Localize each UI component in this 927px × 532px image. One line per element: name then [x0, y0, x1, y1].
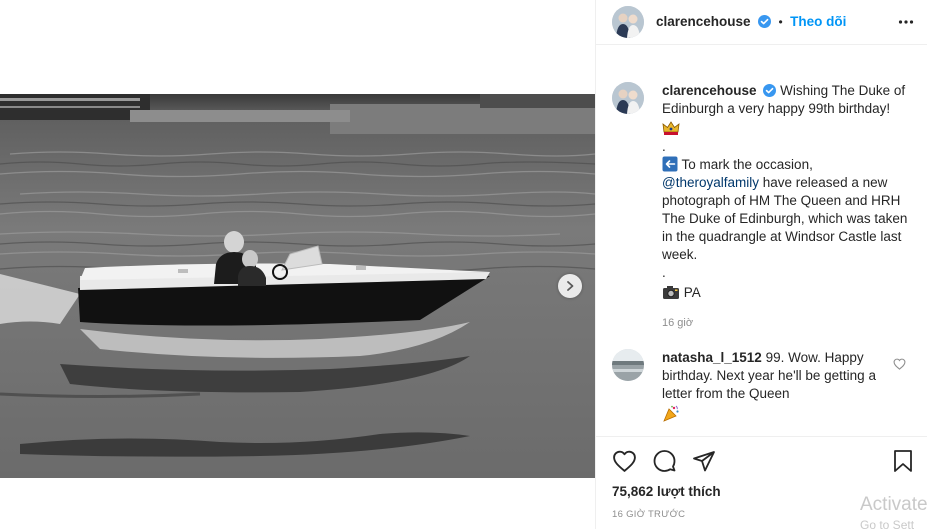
comments-area[interactable]: clarencehouse Wishing The Duke of Edinbu…	[596, 70, 927, 435]
ellipsis-icon[interactable]	[898, 14, 914, 30]
party-popper-icon	[663, 405, 679, 422]
caption-username[interactable]: clarencehouse	[662, 83, 757, 98]
crown-icon	[662, 121, 680, 135]
post-caption: clarencehouse Wishing The Duke of Edinbu…	[662, 82, 908, 332]
likes-count[interactable]: 75,862 lượt thích	[612, 484, 721, 499]
post-photo[interactable]	[0, 94, 595, 478]
post-media	[0, 0, 595, 529]
comment-username[interactable]: natasha_l_1512	[662, 350, 762, 365]
heart-icon[interactable]	[612, 449, 637, 473]
verified-badge-icon	[758, 15, 771, 28]
comment-avatar[interactable]	[612, 349, 644, 381]
header-separator: •	[778, 15, 783, 29]
bookmark-icon[interactable]	[892, 449, 914, 473]
post-side-panel: clarencehouse • Theo dõi clarencehouse W…	[595, 0, 927, 529]
left-arrow-icon	[662, 156, 678, 172]
caption-dot-1: .	[662, 139, 666, 154]
photo-credit: PA	[683, 285, 701, 300]
next-photo-button[interactable]	[558, 274, 582, 298]
caption-avatar[interactable]	[612, 82, 644, 114]
activate-watermark: Activate	[860, 494, 927, 515]
camera-icon	[663, 286, 679, 299]
verified-badge-icon	[763, 84, 777, 97]
activate-settings-hint: Go to Sett	[860, 518, 915, 532]
send-icon[interactable]	[692, 449, 716, 473]
heart-outline-icon[interactable]	[893, 358, 906, 370]
avatar[interactable]	[612, 6, 644, 38]
comment: natasha_l_1512 99. Wow. Happy birthday. …	[662, 349, 888, 425]
post-header: clarencehouse • Theo dõi	[596, 0, 927, 45]
caption-dot-2: .	[662, 265, 666, 280]
caption-time: 16 giờ	[662, 317, 694, 329]
comment-icon[interactable]	[652, 449, 677, 473]
chevron-right-icon	[567, 281, 574, 291]
caption-line2a: To mark the occasion,	[681, 157, 813, 172]
mention-link[interactable]: @theroyalfamily	[662, 175, 759, 190]
follow-button[interactable]: Theo dõi	[790, 14, 846, 29]
post-timestamp[interactable]: 16 GIỜ TRƯỚC	[612, 509, 685, 520]
header-username[interactable]: clarencehouse	[656, 14, 751, 29]
